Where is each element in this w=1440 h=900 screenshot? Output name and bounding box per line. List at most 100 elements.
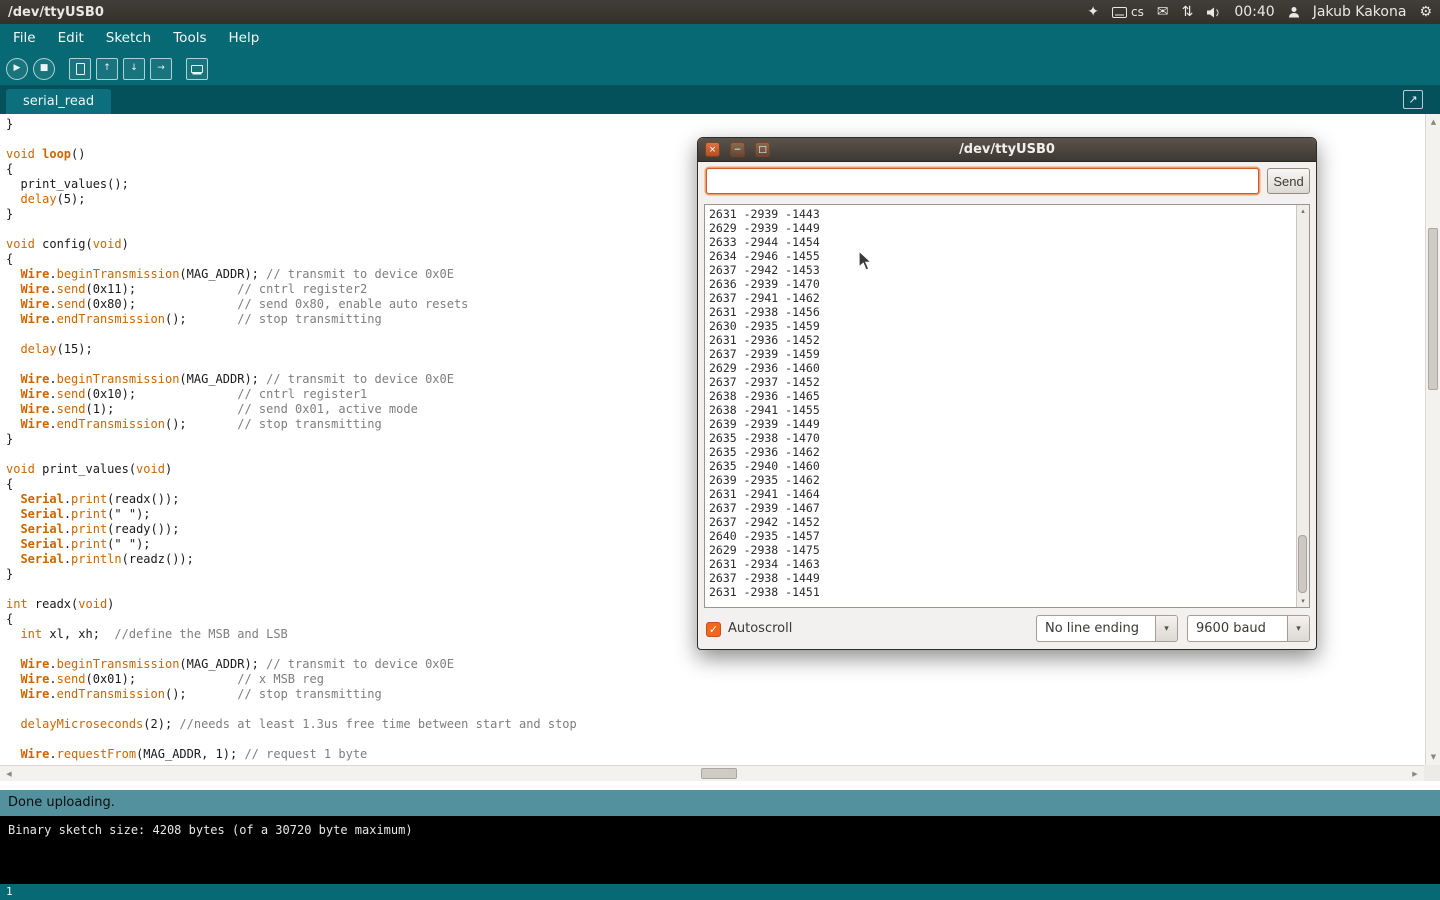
tab-serial-read[interactable]: serial_read — [6, 89, 111, 114]
close-icon[interactable]: × — [705, 142, 720, 157]
code-line: void loop() — [6, 147, 577, 162]
serial-line: 2634 -2946 -1455 — [709, 249, 820, 263]
console-output: Binary sketch size: 4208 bytes (of a 307… — [0, 816, 1440, 884]
code-line: { — [6, 477, 577, 492]
autoscroll-label[interactable]: Autoscroll — [728, 621, 792, 636]
code-line: Serial.println(readz()); — [6, 552, 577, 567]
keyboard-icon — [1112, 7, 1127, 18]
code-line: void print_values(void) — [6, 462, 577, 477]
code-line: Serial.print(" "); — [6, 537, 577, 552]
menu-file[interactable]: File — [2, 24, 47, 52]
serial-monitor-title: /dev/ttyUSB0 — [698, 138, 1316, 162]
menu-tools[interactable]: Tools — [162, 24, 217, 52]
code-line — [6, 642, 577, 657]
serial-monitor-body: Send 2631 -2939 -14432629 -2939 -1449263… — [698, 162, 1316, 650]
console-line: Binary sketch size: 4208 bytes (of a 307… — [8, 823, 1432, 837]
scroll-up-icon[interactable]: ▴ — [1297, 205, 1309, 217]
scroll-down-icon[interactable]: ▾ — [1297, 595, 1309, 607]
serial-line: 2635 -2938 -1470 — [709, 431, 820, 445]
serial-line: 2631 -2941 -1464 — [709, 487, 820, 501]
serial-monitor-button[interactable] — [186, 58, 208, 80]
editor-vscroll-thumb[interactable] — [1428, 228, 1438, 390]
code-line — [6, 327, 577, 342]
serial-line: 2633 -2944 -1454 — [709, 235, 820, 249]
serial-line: 2631 -2939 -1443 — [709, 207, 820, 221]
code-line: { — [6, 162, 577, 177]
line-indicator: 1 — [6, 885, 13, 898]
editor-vertical-scrollbar[interactable]: ▲ ▼ — [1425, 114, 1440, 765]
toolbar: ▶ ■ ↑↓ → — [0, 52, 1440, 85]
stop-button[interactable]: ■ — [33, 58, 55, 80]
check-icon: ✓ — [709, 623, 718, 636]
serial-line: 2635 -2940 -1460 — [709, 459, 820, 473]
clock[interactable]: 00:40 — [1234, 4, 1274, 20]
tab-menu-button[interactable]: ↗ — [1403, 90, 1423, 109]
code-line: Wire.send(0x10); // cntrl register1 — [6, 387, 577, 402]
serial-line: 2637 -2941 -1462 — [709, 291, 820, 305]
menu-help[interactable]: Help — [218, 24, 271, 52]
serial-monitor-titlebar[interactable]: × − □ /dev/ttyUSB0 — [698, 138, 1316, 162]
volume-icon[interactable] — [1206, 6, 1221, 19]
username[interactable]: Jakub Kakona — [1313, 4, 1407, 20]
open-button[interactable]: ↑ — [96, 58, 118, 80]
session-gear-icon[interactable]: ⚙ — [1419, 4, 1432, 20]
verify-button-icon: ▶ — [14, 64, 21, 73]
scroll-left-icon[interactable]: ◀ — [1, 766, 17, 781]
serial-send-input[interactable] — [706, 168, 1259, 194]
document-icon — [76, 63, 85, 75]
code-line: Wire.endTransmission(); // stop transmit… — [6, 312, 577, 327]
keyboard-layout-indicator[interactable]: cs — [1112, 5, 1144, 19]
code-line: int xl, xh; //define the MSB and LSB — [6, 627, 577, 642]
serial-output-area[interactable]: 2631 -2939 -14432629 -2939 -14492633 -29… — [704, 204, 1310, 608]
serial-line: 2637 -2939 -1459 — [709, 347, 820, 361]
code-line: delay(15); — [6, 342, 577, 357]
serial-scroll-thumb[interactable] — [1298, 535, 1307, 593]
menu-edit[interactable]: Edit — [47, 24, 95, 52]
editor-hscroll-thumb[interactable] — [701, 768, 737, 779]
top-panel: /dev/ttyUSB0 ✦ cs ✉ ⇅ 00:40 Jakub Kakona… — [0, 0, 1440, 24]
mail-icon[interactable]: ✉ — [1157, 4, 1169, 20]
dropbox-icon[interactable]: ✦ — [1087, 4, 1099, 20]
code-line: { — [6, 612, 577, 627]
scroll-down-icon[interactable]: ▼ — [1426, 750, 1440, 764]
verify-button[interactable]: ▶ — [6, 58, 28, 80]
line-ending-select[interactable]: No line ending ▾ — [1036, 615, 1178, 642]
minimize-icon[interactable]: − — [730, 142, 745, 157]
code-line: Wire.endTransmission(); // stop transmit… — [6, 417, 577, 432]
send-button[interactable]: Send — [1267, 168, 1310, 194]
serial-line: 2639 -2939 -1449 — [709, 417, 820, 431]
serial-line: 2631 -2936 -1452 — [709, 333, 820, 347]
menu-sketch[interactable]: Sketch — [95, 24, 162, 52]
new-sketch-button[interactable] — [69, 58, 91, 80]
code-line: Wire.endTransmission(); // stop transmit… — [6, 687, 577, 702]
code-line: Wire.send(1); // send 0x01, active mode — [6, 402, 577, 417]
serial-output-scrollbar[interactable]: ▴ ▾ — [1296, 205, 1309, 607]
scroll-right-icon[interactable]: ▶ — [1407, 766, 1423, 781]
desktop: /dev/ttyUSB0 ✦ cs ✉ ⇅ 00:40 Jakub Kakona… — [0, 0, 1440, 900]
code-line — [6, 582, 577, 597]
code-line — [6, 702, 577, 717]
upload-button-icon: → — [157, 64, 165, 73]
serial-line: 2631 -2938 -1456 — [709, 305, 820, 319]
code-line: delayMicroseconds(2); //needs at least 1… — [6, 717, 577, 732]
serial-line: 2638 -2941 -1455 — [709, 403, 820, 417]
code-line: Wire.send(0x11); // cntrl register2 — [6, 282, 577, 297]
serial-line: 2631 -2938 -1451 — [709, 585, 820, 599]
autoscroll-checkbox[interactable]: ✓ — [706, 622, 721, 637]
upload-button[interactable]: → — [150, 58, 172, 80]
code-line: print_values(); — [6, 177, 577, 192]
code-line: } — [6, 567, 577, 582]
chevron-down-icon[interactable]: ▾ — [1287, 616, 1309, 641]
chevron-down-icon[interactable]: ▾ — [1155, 616, 1177, 641]
serial-line: 2629 -2936 -1460 — [709, 361, 820, 375]
code-line: Wire.beginTransmission(MAG_ADDR); // tra… — [6, 267, 577, 282]
maximize-icon[interactable]: □ — [755, 142, 770, 157]
scroll-up-icon[interactable]: ▲ — [1426, 115, 1440, 129]
editor-horizontal-scrollbar[interactable]: ◀ ▶ — [0, 765, 1424, 781]
serial-line: 2629 -2938 -1475 — [709, 543, 820, 557]
serial-line: 2631 -2934 -1463 — [709, 557, 820, 571]
code-line: Wire.send(0x80); // send 0x80, enable au… — [6, 297, 577, 312]
save-button[interactable]: ↓ — [123, 58, 145, 80]
network-sync-icon[interactable]: ⇅ — [1182, 4, 1194, 20]
baud-rate-select[interactable]: 9600 baud ▾ — [1187, 615, 1310, 642]
